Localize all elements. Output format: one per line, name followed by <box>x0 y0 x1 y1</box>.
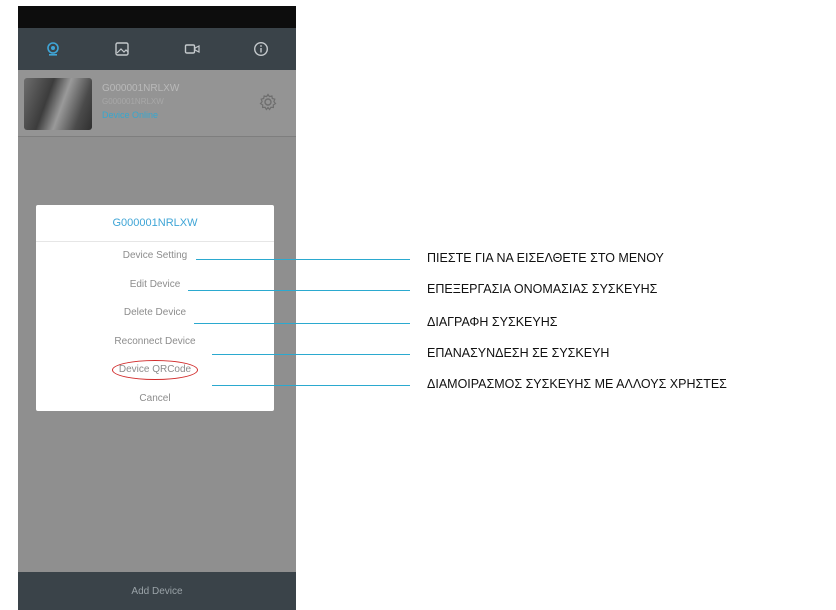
status-bar <box>18 6 296 28</box>
add-device-button[interactable]: Add Device <box>18 572 296 610</box>
device-name: G000001NRLXW <box>102 83 180 94</box>
device-thumbnail <box>24 78 92 130</box>
tab-info[interactable] <box>251 39 271 59</box>
dialog-title: G000001NRLXW <box>36 205 274 242</box>
callout-device-setting: ΠΙΕΣΤΕ ΓΙΑ ΝΑ ΕΙΣΕΛΘΕΤΕ ΣΤΟ ΜΕΝΟΥ <box>427 251 664 265</box>
callout-line <box>212 385 410 386</box>
callout-line <box>212 354 410 355</box>
video-icon <box>184 44 200 54</box>
callout-line <box>194 323 410 324</box>
top-tab-bar <box>18 28 296 70</box>
gear-icon[interactable] <box>258 92 278 112</box>
reconnect-device-option[interactable]: Reconnect Device <box>36 328 274 357</box>
gallery-icon <box>115 42 129 56</box>
callout-line <box>196 259 410 260</box>
camera-icon <box>46 42 59 56</box>
callout-edit-device: ΕΠΕΞΕΡΓΑΣΙΑ ΟΝΟΜΑΣΙΑΣ ΣΥΣΚΕΥΗΣ <box>427 282 658 296</box>
callout-reconnect-device: ΕΠΑΝΑΣΥΝΔΕΣΗ ΣΕ ΣΥΣΚΕΥΗ <box>427 346 610 360</box>
tab-camera[interactable] <box>43 39 63 59</box>
device-options-dialog: G000001NRLXW Device Setting Edit Device … <box>36 205 274 411</box>
edit-device-option[interactable]: Edit Device <box>36 271 274 300</box>
tab-video[interactable] <box>182 39 202 59</box>
device-list-item[interactable]: G000001NRLXW G000001NRLXW Device Online <box>18 70 296 137</box>
device-setting-option[interactable]: Device Setting <box>36 242 274 271</box>
info-icon <box>254 41 269 57</box>
qrcode-highlight-circle: Device QRCode <box>111 360 199 381</box>
phone-screen: G000001NRLXW G000001NRLXW Device Online … <box>18 6 296 610</box>
callout-delete-device: ΔΙΑΓΡΑΦΗ ΣΥΣΚΕΥΗΣ <box>427 315 558 329</box>
callout-line <box>188 290 410 291</box>
callout-device-qrcode: ΔΙΑΜΟΙΡΑΣΜΟΣ ΣΥΣΚΕΥΗΣ ΜΕ ΑΛΛΟΥΣ ΧΡΗΣΤΕΣ <box>427 377 727 391</box>
tab-gallery[interactable] <box>112 39 132 59</box>
device-status: Device Online <box>102 110 159 120</box>
device-id: G000001NRLXW <box>102 97 164 106</box>
device-qrcode-option[interactable]: Device QRCode <box>36 356 274 385</box>
cancel-option[interactable]: Cancel <box>36 385 274 414</box>
